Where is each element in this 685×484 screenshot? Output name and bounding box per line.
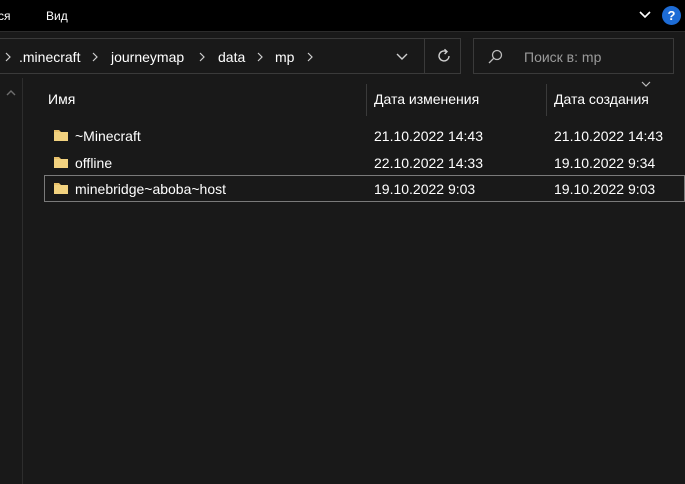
refresh-icon: [438, 48, 450, 62]
scroll-up-icon[interactable]: [5, 88, 17, 98]
ribbon-tab-share[interactable]: ся: [0, 9, 11, 23]
chevron-right-icon[interactable]: [3, 52, 13, 62]
folder-icon: [54, 130, 68, 141]
breadcrumb-item-journeymap[interactable]: journeymap: [111, 49, 184, 65]
file-modified-date: 22.10.2022 14:33: [374, 155, 483, 171]
file-name: offline: [75, 155, 113, 171]
ribbon-bar: ся Вид ?: [0, 0, 685, 32]
file-created-date: 21.10.2022 14:43: [554, 128, 663, 144]
address-bar[interactable]: .minecraft journeymap data mp: [0, 38, 461, 74]
file-created-date: 19.10.2022 9:03: [554, 181, 656, 197]
chevron-right-icon[interactable]: [305, 52, 315, 62]
sort-indicator-icon: [641, 81, 651, 87]
folder-icon: [54, 157, 68, 168]
file-modified-date: 19.10.2022 9:03: [374, 181, 476, 197]
chevron-right-icon[interactable]: [255, 52, 265, 62]
chevron-right-icon[interactable]: [197, 52, 207, 62]
chevron-right-icon[interactable]: [90, 52, 100, 62]
help-button[interactable]: ?: [662, 6, 681, 25]
file-modified-date: 21.10.2022 14:43: [374, 128, 483, 144]
column-header-created[interactable]: Дата создания: [554, 91, 649, 107]
file-name: minebridge~aboba~host: [75, 181, 227, 197]
help-label: ?: [667, 8, 676, 23]
column-divider[interactable]: [366, 84, 367, 116]
chevron-down-icon[interactable]: [395, 50, 409, 64]
navigation-bar: .minecraft journeymap data mp Поиск в: m…: [0, 32, 685, 78]
folder-icon: [54, 183, 68, 194]
file-row[interactable]: ~Minecraft 21.10.2022 14:43 21.10.2022 1…: [44, 122, 685, 149]
breadcrumb-item-minecraft[interactable]: .minecraft: [19, 49, 80, 65]
file-row[interactable]: offline 22.10.2022 14:33 19.10.2022 9:34: [44, 149, 685, 176]
search-placeholder: Поиск в: mp: [524, 49, 602, 65]
column-header-name[interactable]: Имя: [48, 91, 75, 107]
ribbon-tab-view[interactable]: Вид: [46, 9, 68, 23]
refresh-button[interactable]: [424, 39, 461, 73]
file-name: ~Minecraft: [75, 128, 141, 144]
search-box[interactable]: Поиск в: mp: [473, 38, 674, 74]
column-header-modified[interactable]: Дата изменения: [374, 91, 479, 107]
file-row-selected[interactable]: minebridge~aboba~host 19.10.2022 9:03 19…: [44, 175, 685, 202]
column-header-row: Имя Дата изменения Дата создания: [24, 78, 685, 118]
breadcrumb-item-data[interactable]: data: [218, 49, 245, 65]
column-divider[interactable]: [546, 84, 547, 116]
breadcrumb-item-mp[interactable]: mp: [275, 49, 294, 65]
file-created-date: 19.10.2022 9:34: [554, 155, 656, 171]
search-icon: [488, 49, 503, 64]
navigation-pane[interactable]: [0, 78, 23, 484]
chevron-down-icon[interactable]: [637, 7, 653, 23]
